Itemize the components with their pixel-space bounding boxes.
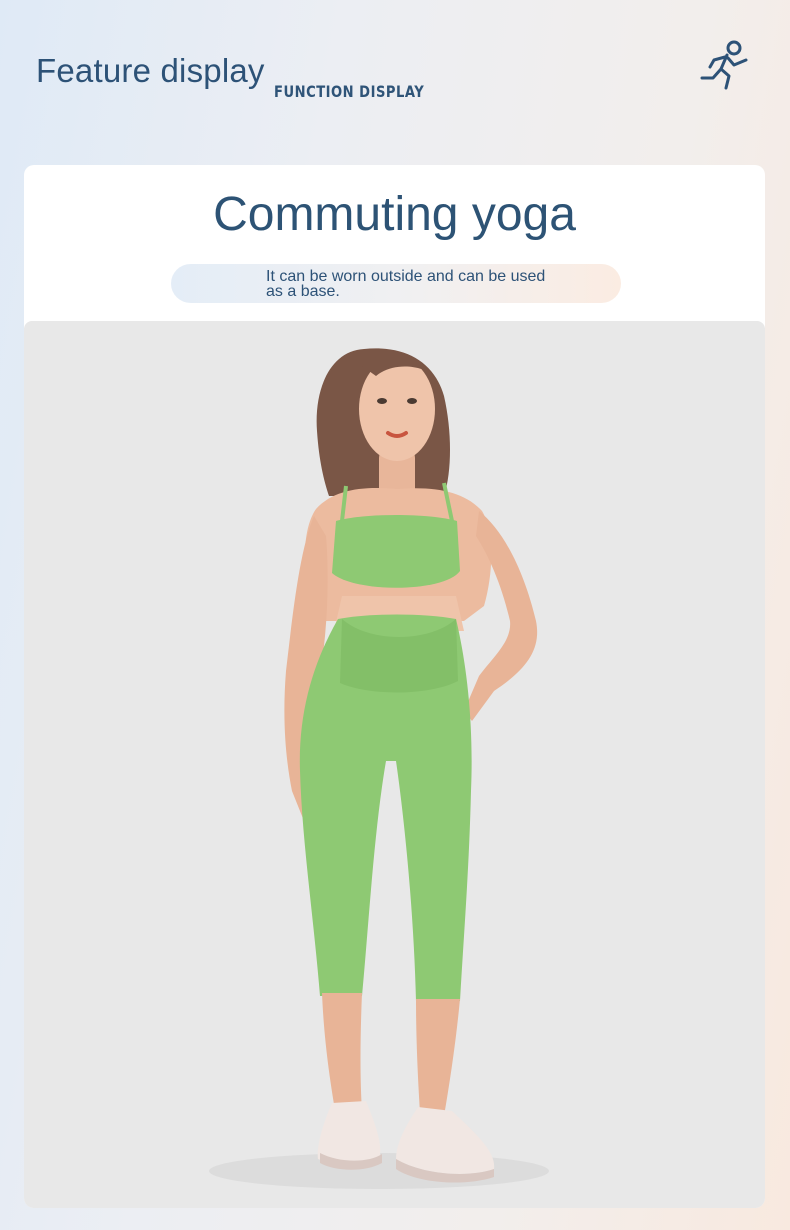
page-subtitle: FUNCTION DISPLAY	[274, 82, 425, 101]
page-title: Feature display	[36, 52, 265, 89]
description-pill: It can be worn outside and can be used a…	[171, 264, 621, 303]
model-photo	[24, 321, 765, 1208]
feature-card: Commuting yoga It can be worn outside an…	[24, 165, 765, 1208]
model-illustration	[209, 348, 549, 1189]
card-description: It can be worn outside and can be used a…	[266, 268, 546, 300]
feature-display-page: Feature display FUNCTION DISPLAY Commuti…	[0, 0, 790, 1230]
running-person-icon	[698, 38, 752, 92]
card-title: Commuting yoga	[213, 188, 576, 241]
